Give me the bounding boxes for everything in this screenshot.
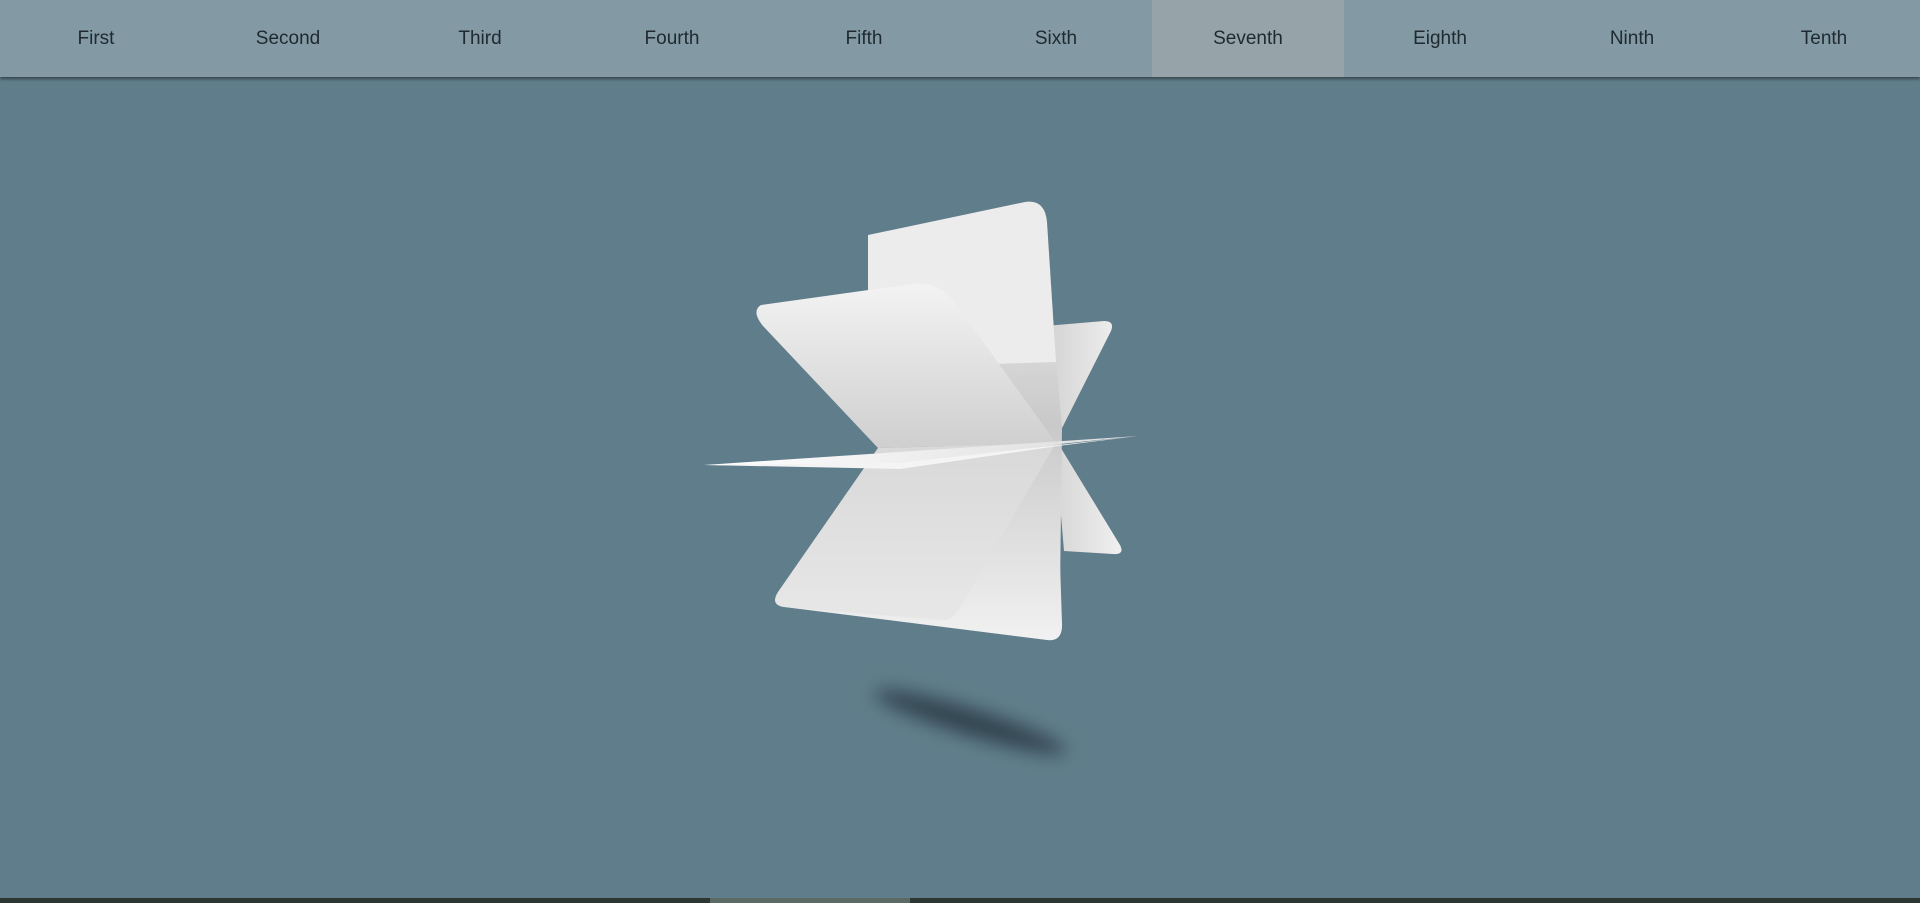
rotating-cards-graphic: [704, 201, 1138, 641]
nav-item-second[interactable]: Second: [192, 0, 384, 77]
nav-item-fourth[interactable]: Fourth: [576, 0, 768, 77]
nav-item-first[interactable]: First: [0, 0, 192, 77]
nav-item-fifth[interactable]: Fifth: [768, 0, 960, 77]
nav-item-tenth[interactable]: Tenth: [1728, 0, 1920, 77]
nav-item-seventh[interactable]: Seventh: [1152, 0, 1344, 77]
nav-item-third[interactable]: Third: [384, 0, 576, 77]
horizontal-scrollbar[interactable]: [0, 898, 1920, 903]
nav-item-sixth[interactable]: Sixth: [960, 0, 1152, 77]
nav-item-ninth[interactable]: Ninth: [1536, 0, 1728, 77]
animation-stage: [0, 77, 1920, 898]
nav-item-eighth[interactable]: Eighth: [1344, 0, 1536, 77]
scrollbar-thumb[interactable]: [710, 898, 910, 903]
top-nav-bar: First Second Third Fourth Fifth Sixth Se…: [0, 0, 1920, 77]
